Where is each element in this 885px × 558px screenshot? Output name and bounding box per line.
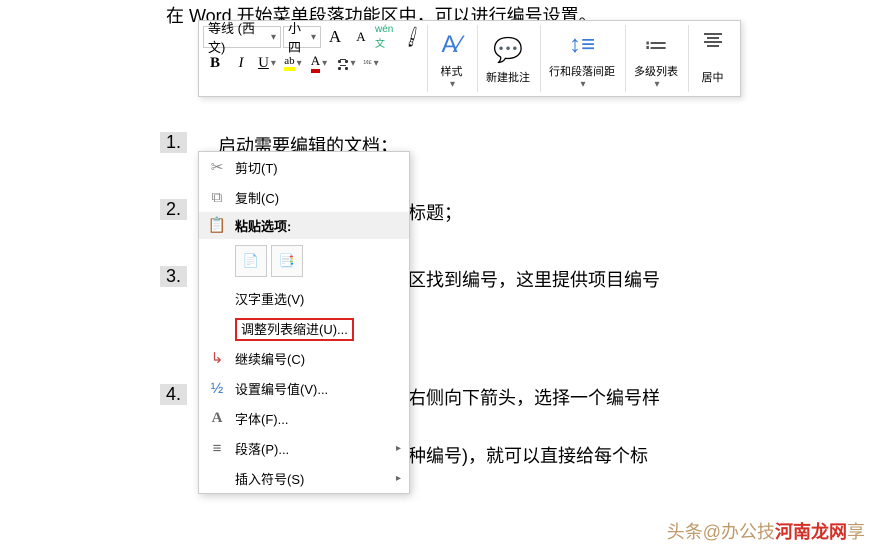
paste-merge-icon: 📑 [279,253,295,269]
highlight-button[interactable]: ab▾ [281,51,305,75]
menu-setnum-label: 设置编号值(V)... [235,379,401,398]
list-number-3[interactable]: 3. [160,266,187,287]
chevron-down-icon: ▾ [654,79,659,90]
paragraph-icon: ≡ [205,440,229,457]
watermark-suffix: 享 [847,522,865,542]
clipboard-icon: 📋 [205,216,229,234]
bullet-list-button[interactable]: ▾ [333,51,357,75]
font-name-dropdown[interactable]: 等线 (西文) ▾ [203,26,281,48]
paste-keep-icon: 📄 [243,253,259,269]
menu-font-label: 字体(F)... [235,409,401,428]
numbers-icon [363,61,371,66]
underline-button[interactable]: U▾ [255,51,279,75]
menu-adjust-indent-label: 调整列表缩进(U)... [235,319,401,338]
menu-cut-label: 剪切(T) [235,158,401,177]
shrink-font-icon: A [356,29,365,45]
chevron-right-icon: ▸ [396,443,401,454]
menu-paragraph[interactable]: ≡ 段落(P)... ▸ [199,433,409,463]
menu-copy-label: 复制(C) [235,188,401,207]
bold-icon: B [210,55,220,72]
menu-symbol-label: 插入符号(S) [235,469,396,488]
watermark-prefix: 头条@办公技 [667,522,775,542]
new-comment-button[interactable]: 💬 新建批注 [477,25,538,92]
styles-icon: A⁄ [441,27,461,63]
menu-paragraph-label: 段落(P)... [235,439,396,458]
chevron-down-icon: ▾ [322,58,327,69]
chevron-down-icon: ▾ [450,79,455,90]
chevron-down-icon: ▾ [297,58,302,69]
chevron-right-icon: ▸ [396,473,401,484]
list-number-4[interactable]: 4. [160,384,187,405]
grow-font-button[interactable]: A [323,25,347,49]
center-label: 居中 [702,69,724,85]
brush-icon: 🖌 [400,24,425,49]
mini-toolbar: 等线 (西文) ▾ 小四 ▾ A A wén 文 🖌 B I U▾ ab▾ A▾… [198,20,741,97]
font-color-button[interactable]: A▾ [307,51,331,75]
list-number-2[interactable]: 2. [160,199,187,220]
menu-set-numbering-value[interactable]: ½ 设置编号值(V)... [199,373,409,403]
menu-rechoose-hanzi[interactable]: 汉字重选(V) [199,283,409,313]
menu-continue-label: 继续编号(C) [235,349,401,368]
watermark-brand: 河南龙网 [775,522,847,542]
styles-label: 样式 [441,63,463,79]
menu-copy[interactable]: ⧉ 复制(C) [199,182,409,212]
chevron-down-icon: ▾ [350,58,355,69]
font-size-dropdown[interactable]: 小四 ▾ [283,26,321,48]
grow-font-icon: A [329,27,341,47]
number-list-button[interactable]: ▾ [359,51,383,75]
paste-options-header: 📋 粘贴选项: [199,212,409,239]
set-number-icon: ½ [205,380,229,397]
menu-continue-numbering[interactable]: ↳ 继续编号(C) [199,343,409,373]
chevron-down-icon: ▾ [374,58,379,69]
shrink-font-button[interactable]: A [349,25,373,49]
watermark: 头条@办公技河南龙网享 [667,518,865,544]
font-icon: A [205,410,229,427]
multilevel-icon: ≔ [644,27,668,63]
multilevel-list-button[interactable]: ≔ 多级列表 ▾ [625,25,686,92]
menu-insert-symbol[interactable]: 插入符号(S) ▸ [199,463,409,493]
continue-numbering-icon: ↳ [205,349,229,367]
paste-merge-formatting-button[interactable]: 📑 [271,245,303,277]
format-painter-button[interactable]: 🖌 [401,25,425,49]
font-color-icon: A [311,53,320,73]
menu-rechoose-label: 汉字重选(V) [235,289,401,308]
paste-keep-formatting-button[interactable]: 📄 [235,245,267,277]
chevron-down-icon: ▾ [311,32,316,43]
underline-icon: U [258,55,269,72]
menu-adjust-list-indent[interactable]: 调整列表缩进(U)... [199,313,409,343]
spacing-label: 行和段落间距 [549,63,615,79]
spacing-icon: ↕≡ [569,27,595,63]
context-menu: ✂ 剪切(T) ⧉ 复制(C) 📋 粘贴选项: 📄 📑 汉字重选(V) 调整列表… [198,151,410,494]
styles-button[interactable]: A⁄ 样式 ▾ [427,25,475,92]
scissors-icon: ✂ [205,158,229,176]
center-icon [704,33,722,69]
center-align-button[interactable]: 居中 [688,25,736,92]
multilevel-label: 多级列表 [634,63,678,79]
italic-button[interactable]: I [229,51,253,75]
bullets-icon [334,56,348,70]
bold-button[interactable]: B [203,51,227,75]
chevron-down-icon: ▾ [580,79,585,90]
list-number-1[interactable]: 1. [160,132,187,153]
menu-font[interactable]: A 字体(F)... [199,403,409,433]
copy-icon: ⧉ [205,189,229,206]
comment-label: 新建批注 [486,69,530,85]
highlight-icon: ab [284,55,294,71]
menu-cut[interactable]: ✂ 剪切(T) [199,152,409,182]
paste-options-row: 📄 📑 [199,239,409,283]
chevron-down-icon: ▾ [271,58,276,69]
phonetic-icon: wén 文 [375,24,399,50]
chevron-down-icon: ▾ [271,32,276,43]
italic-icon: I [239,55,244,72]
comment-icon: 💬 [493,33,523,69]
line-spacing-button[interactable]: ↕≡ 行和段落间距 ▾ [540,25,623,92]
phonetic-guide-button[interactable]: wén 文 [375,25,399,49]
